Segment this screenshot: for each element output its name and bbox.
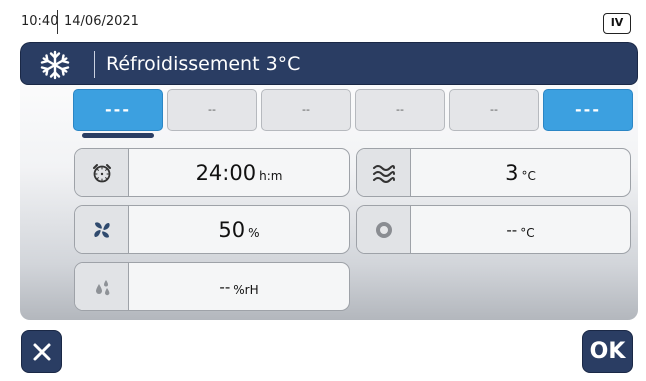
humidity-unit: %rH bbox=[233, 282, 259, 297]
status-bar: 10:40 14/06/2021 IV bbox=[0, 0, 646, 42]
timer-value: 24:00 bbox=[195, 160, 257, 185]
program-title: Réfroidissement 3°C bbox=[106, 53, 301, 75]
selected-step-indicator bbox=[82, 133, 154, 138]
core-probe-tile[interactable]: -- °C bbox=[356, 205, 631, 254]
humidity-value: -- bbox=[219, 277, 231, 296]
core-probe-icon bbox=[375, 221, 392, 238]
cancel-button[interactable] bbox=[21, 330, 62, 373]
air-temperature-value: 3 bbox=[505, 160, 519, 185]
air-temperature-tile[interactable]: 3 °C bbox=[356, 148, 631, 197]
phase-step-5[interactable]: -- bbox=[449, 89, 539, 131]
program-header: Réfroidissement 3°C bbox=[20, 42, 638, 85]
phase-step-2[interactable]: -- bbox=[167, 89, 257, 131]
ok-button[interactable]: OK bbox=[582, 330, 633, 373]
fan-speed-value: 50 bbox=[218, 217, 246, 242]
phase-step-6[interactable]: --- bbox=[543, 89, 633, 131]
core-probe-value: -- bbox=[506, 220, 518, 239]
close-icon bbox=[33, 343, 50, 360]
phase-step-3[interactable]: -- bbox=[261, 89, 351, 131]
status-divider bbox=[57, 10, 58, 34]
phase-step-1[interactable]: --- bbox=[73, 89, 163, 131]
header-divider bbox=[94, 51, 95, 78]
humidity-tile[interactable]: -- %rH bbox=[74, 262, 350, 311]
status-date: 14/06/2021 bbox=[64, 14, 139, 29]
snowflake-icon bbox=[40, 50, 70, 80]
fan-icon bbox=[93, 221, 110, 238]
timer-unit: h:m bbox=[259, 168, 283, 183]
phase-step-4[interactable]: -- bbox=[355, 89, 445, 131]
status-time: 10:40 bbox=[21, 14, 59, 29]
alarm-clock-icon bbox=[92, 163, 111, 182]
program-panel: Réfroidissement 3°C --- -- -- -- -- --- bbox=[20, 42, 638, 320]
core-probe-unit: °C bbox=[520, 225, 535, 240]
air-temperature-unit: °C bbox=[521, 168, 536, 183]
humidity-drops-icon bbox=[95, 279, 109, 295]
timer-tile[interactable]: 24:00 h:m bbox=[74, 148, 350, 197]
fan-speed-tile[interactable]: 50 % bbox=[74, 205, 350, 254]
air-waves-icon bbox=[372, 164, 395, 183]
fan-speed-unit: % bbox=[248, 225, 260, 240]
level-badge: IV bbox=[603, 13, 631, 34]
